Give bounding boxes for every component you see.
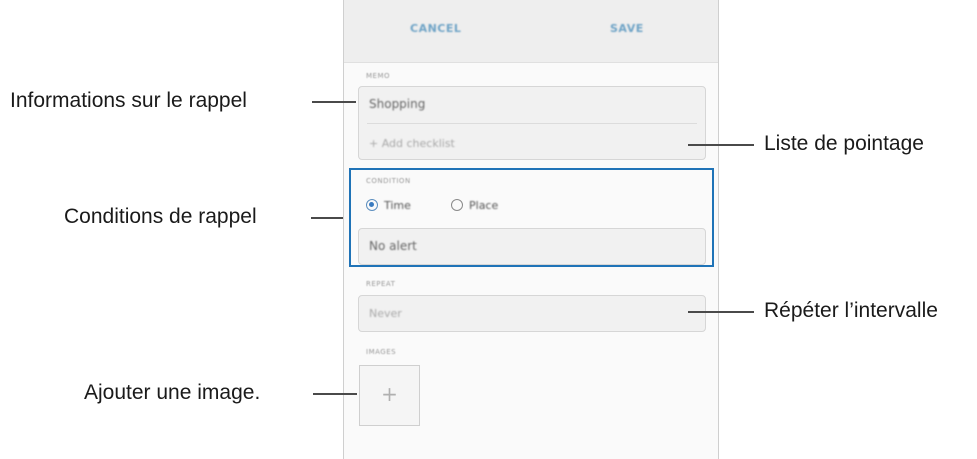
time-radio[interactable] bbox=[366, 199, 378, 211]
cancel-button[interactable]: CANCEL bbox=[410, 22, 461, 35]
place-radio[interactable] bbox=[451, 199, 463, 211]
memo-input[interactable]: Shopping bbox=[369, 97, 425, 111]
time-radio-label[interactable]: Time bbox=[384, 199, 411, 212]
memo-box: Shopping + Add checklist bbox=[358, 86, 706, 160]
alert-select[interactable]: No alert bbox=[358, 228, 706, 265]
callout-line-image bbox=[313, 393, 357, 395]
callout-line-checklist bbox=[688, 144, 754, 146]
callout-checklist: Liste de pointage bbox=[764, 132, 924, 155]
save-button[interactable]: SAVE bbox=[610, 22, 644, 35]
images-section-label: IMAGES bbox=[366, 348, 397, 356]
memo-section-label: MEMO bbox=[366, 72, 391, 80]
repeat-value: Never bbox=[369, 307, 402, 320]
repeat-select[interactable]: Never bbox=[358, 295, 706, 332]
callout-line-info bbox=[312, 101, 356, 103]
callout-line-repeat bbox=[688, 311, 754, 313]
place-radio-label[interactable]: Place bbox=[469, 199, 498, 212]
top-action-bar: CANCEL SAVE bbox=[344, 0, 718, 63]
reminder-editor-screen: CANCEL SAVE MEMO Shopping + Add checklis… bbox=[343, 0, 719, 459]
callout-conditions: Conditions de rappel bbox=[64, 205, 257, 228]
callout-line-conditions bbox=[311, 217, 343, 219]
memo-divider bbox=[367, 123, 697, 124]
callout-reminder-info: Informations sur le rappel bbox=[10, 89, 247, 112]
callout-add-image: Ajouter une image. bbox=[84, 381, 261, 404]
alert-value: No alert bbox=[369, 239, 417, 253]
plus-icon: + bbox=[381, 382, 398, 406]
condition-section-label: CONDITION bbox=[366, 177, 411, 185]
repeat-section-label: REPEAT bbox=[366, 280, 396, 288]
callout-repeat: Répéter l’intervalle bbox=[764, 299, 938, 322]
add-checklist-field[interactable]: + Add checklist bbox=[369, 137, 455, 150]
add-image-button[interactable]: + bbox=[359, 365, 420, 426]
